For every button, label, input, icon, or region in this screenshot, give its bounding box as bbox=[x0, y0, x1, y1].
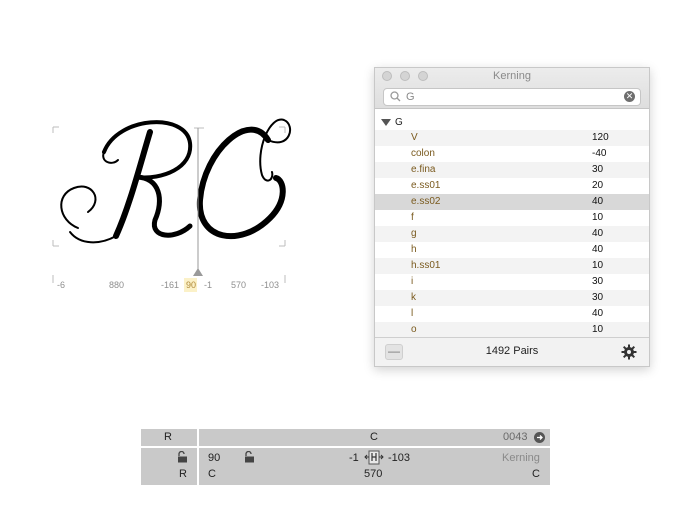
pair-kern-value[interactable]: 120 bbox=[592, 132, 609, 143]
glyph-C[interactable] bbox=[196, 118, 292, 240]
pair-kern-value[interactable]: -40 bbox=[592, 148, 606, 159]
kerning-pair-row[interactable]: o 10 bbox=[375, 322, 649, 338]
right-metrics-cell: 90 -1 -103 Kerning C 570 C bbox=[199, 448, 550, 485]
metric-right-rsb: -103 bbox=[261, 280, 280, 290]
glyph-bounds-marks bbox=[52, 126, 286, 283]
kerning-search-field[interactable]: G ✕ bbox=[383, 88, 641, 106]
go-to-glyph-icon[interactable] bbox=[534, 432, 545, 443]
kerning-pair-row[interactable]: h 40 bbox=[375, 242, 649, 258]
left-glyph-name: R bbox=[164, 431, 172, 443]
left-glyph-rsb-field[interactable]: 90 bbox=[208, 452, 220, 464]
metric-left-rsb: -161 bbox=[161, 280, 180, 290]
glyph-preview-canvas[interactable] bbox=[0, 0, 370, 300]
kerning-pair-row[interactable]: e.ss01 20 bbox=[375, 178, 649, 194]
metric-kern: 90 bbox=[186, 280, 197, 290]
kerning-pair-row[interactable]: colon -40 bbox=[375, 146, 649, 162]
search-input[interactable]: G bbox=[406, 91, 415, 103]
kerning-pair-row[interactable]: h.ss01 10 bbox=[375, 258, 649, 274]
unlocked-lock-icon[interactable] bbox=[244, 451, 255, 463]
gear-icon[interactable] bbox=[621, 344, 637, 360]
pair-kern-value[interactable]: 30 bbox=[592, 292, 603, 303]
pair-kern-value[interactable]: 40 bbox=[592, 308, 603, 319]
pair-glyph-name: o bbox=[411, 324, 417, 335]
pair-kern-value[interactable]: 30 bbox=[592, 164, 603, 175]
pair-kern-value[interactable]: 10 bbox=[592, 324, 603, 335]
pair-kern-value[interactable]: 10 bbox=[592, 212, 603, 223]
pair-glyph-name: colon bbox=[411, 148, 435, 159]
kerning-value-field[interactable]: -1 bbox=[349, 452, 359, 464]
clear-search-icon[interactable]: ✕ bbox=[624, 91, 635, 102]
pair-glyph-name: k bbox=[411, 292, 416, 303]
metric-right-width: 570 bbox=[231, 280, 247, 290]
window-titlebar[interactable]: Kerning G ✕ bbox=[375, 68, 649, 109]
right-glyph-cell[interactable]: C 0043 bbox=[199, 429, 550, 446]
left-glyph-cell[interactable]: R bbox=[141, 429, 197, 446]
pair-count: 1492 Pairs bbox=[485, 345, 539, 357]
kerning-pair-row[interactable]: g 40 bbox=[375, 226, 649, 242]
right-right-group-name[interactable]: C bbox=[532, 468, 540, 480]
pair-kern-value[interactable]: 40 bbox=[592, 196, 603, 207]
pair-kern-value[interactable]: 30 bbox=[592, 276, 603, 287]
kerning-pair-row[interactable]: e.ss02 40 bbox=[375, 194, 649, 210]
group-header-G[interactable]: G bbox=[375, 114, 649, 130]
kerning-pair-row[interactable]: f 10 bbox=[375, 210, 649, 226]
kerning-window-footer: — 1492 Pairs bbox=[375, 337, 649, 366]
mode-label: Kerning bbox=[502, 452, 540, 464]
pair-glyph-name: e.ss02 bbox=[411, 196, 441, 207]
right-glyph-name: C bbox=[370, 431, 378, 443]
pair-kern-value[interactable]: 40 bbox=[592, 244, 603, 255]
kerning-pair-icon[interactable] bbox=[364, 449, 384, 467]
right-glyph-lsb-field[interactable]: -103 bbox=[388, 452, 410, 464]
kerning-pair-row[interactable]: e.fina 30 bbox=[375, 162, 649, 178]
search-icon bbox=[390, 91, 401, 102]
unlocked-lock-icon[interactable] bbox=[177, 451, 188, 463]
kerning-pair-row[interactable]: l 40 bbox=[375, 306, 649, 322]
kerning-window: Kerning G ✕ G V 120 colon -40 e.fina 30 e.ss01… bbox=[374, 67, 650, 367]
kerning-pair-list[interactable]: G V 120 colon -40 e.fina 30 e.ss01 20 e.ss02 40 f 1… bbox=[375, 114, 649, 338]
pair-glyph-name: h bbox=[411, 244, 417, 255]
metric-right-lsb: -1 bbox=[204, 280, 213, 290]
metric-left-lsb: -6 bbox=[57, 280, 66, 290]
pair-glyph-name: f bbox=[411, 212, 414, 223]
pair-kern-value[interactable]: 40 bbox=[592, 228, 603, 239]
pair-glyph-name: e.fina bbox=[411, 164, 436, 175]
right-left-group-name[interactable]: C bbox=[208, 468, 216, 480]
kerning-pair-row[interactable]: i 30 bbox=[375, 274, 649, 290]
pair-glyph-name: V bbox=[411, 132, 418, 143]
kerning-pair-row[interactable]: k 30 bbox=[375, 290, 649, 306]
pair-glyph-name: e.ss01 bbox=[411, 180, 441, 191]
glyph-R[interactable] bbox=[60, 120, 193, 244]
pair-glyph-name: h.ss01 bbox=[411, 260, 441, 271]
pair-kern-value[interactable]: 10 bbox=[592, 260, 603, 271]
kerning-pair-row[interactable]: V 120 bbox=[375, 130, 649, 146]
disclosure-triangle-icon[interactable] bbox=[381, 118, 391, 126]
pair-kern-value[interactable]: 20 bbox=[592, 180, 603, 191]
metric-left-width: 880 bbox=[109, 280, 125, 290]
window-title: Kerning bbox=[493, 70, 531, 82]
left-metrics-cell: R bbox=[141, 448, 197, 485]
pair-glyph-name: i bbox=[411, 276, 414, 287]
left-group-name[interactable]: R bbox=[179, 468, 187, 480]
pair-glyph-name: g bbox=[411, 228, 417, 239]
right-glyph-width-field[interactable]: 570 bbox=[364, 468, 382, 480]
pair-glyph-name: l bbox=[411, 308, 414, 319]
unicode-value: 0043 bbox=[503, 431, 528, 443]
